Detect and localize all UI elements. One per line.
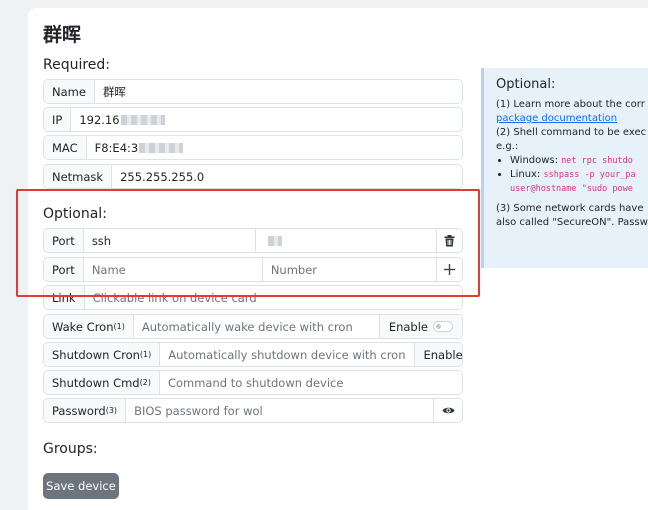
shutdown-cron-toggle[interactable]: Enable [413, 343, 463, 366]
name-field-group: Name 群晖 [43, 79, 463, 104]
password-label-text: Password [52, 403, 106, 418]
help-panel: Optional: (1) Learn more about the corr … [481, 68, 648, 268]
shutdown-cron-group: Shutdown Cron (1) Automatically shutdown … [43, 342, 463, 367]
netmask-input[interactable]: 255.255.255.0 [112, 165, 462, 188]
toggle-label: Enable [423, 347, 463, 362]
redacted-blur [139, 142, 184, 153]
required-heading: Required: [43, 57, 111, 73]
ip-field-group: IP 192.16 [43, 107, 463, 132]
ip-value: 192.16 [79, 112, 120, 127]
wake-cron-toggle[interactable]: Enable [378, 315, 462, 338]
help-eg: e.g.: [496, 141, 519, 152]
help-line-2: (2) Shell command to be exec [496, 127, 647, 138]
mac-label: MAC [44, 136, 87, 159]
shutdown-cron-label-text: Shutdown Cron [52, 347, 140, 362]
linux-code: sshpass -p your_pa [543, 170, 636, 180]
shutdown-cmd-input[interactable]: Command to shutdown device [160, 371, 462, 394]
groups-heading: Groups: [43, 441, 98, 457]
help-heading: Optional: [496, 77, 556, 92]
show-password-button[interactable] [433, 399, 462, 422]
footnote-marker: (1) [113, 322, 125, 331]
package-docs-link[interactable]: package documentation [496, 113, 617, 124]
highlight-box [16, 189, 480, 297]
page-title: 群晖 [43, 24, 82, 46]
help-line-3: (3) Some network cards have [496, 203, 644, 214]
linux-example: Linux: sshpass -p your_pa user@hostname "… [510, 168, 648, 196]
save-device-button[interactable]: Save device [43, 473, 119, 499]
eye-icon [442, 407, 454, 414]
footnote-marker: (2) [139, 378, 151, 387]
linux-code-continued: user@hostname "sudo powe [510, 184, 633, 194]
shutdown-cmd-label-text: Shutdown Cmd [52, 375, 140, 390]
footnote-marker: (1) [139, 350, 152, 359]
name-label: Name [44, 80, 95, 103]
shutdown-cron-label: Shutdown Cron (1) [44, 343, 161, 366]
redacted-blur [120, 114, 165, 125]
shutdown-cron-input[interactable]: Automatically shutdown device with cron [160, 343, 413, 366]
help-line-4: also called "SecureON". Passw [496, 217, 648, 228]
wake-cron-input[interactable]: Automatically wake device with cron [134, 315, 379, 338]
wake-cron-group: Wake Cron (1) Automatically wake device w… [43, 314, 463, 339]
mac-value: F8:E4:3 [94, 140, 139, 155]
windows-code: net rpc shutdo [561, 156, 633, 166]
password-input[interactable]: BIOS password for wol [126, 399, 433, 422]
windows-label: Windows: [510, 155, 562, 166]
name-input[interactable]: 群晖 [95, 80, 462, 103]
switch-icon[interactable] [433, 321, 453, 332]
shutdown-cmd-label: Shutdown Cmd (2) [44, 371, 160, 394]
password-label: Password (3) [44, 399, 127, 422]
ip-input[interactable]: 192.16 [71, 108, 462, 131]
windows-example: Windows: net rpc shutdo [510, 154, 648, 168]
toggle-label: Enable [388, 319, 428, 334]
ip-label: IP [44, 108, 72, 131]
mac-input[interactable]: F8:E4:3 [87, 136, 462, 159]
linux-label: Linux: [510, 169, 544, 180]
netmask-field-group: Netmask 255.255.255.0 [43, 164, 463, 189]
wake-cron-label-text: Wake Cron [52, 319, 114, 334]
help-line-1: (1) Learn more about the corr [496, 99, 645, 110]
shutdown-cmd-group: Shutdown Cmd (2) Command to shutdown devi… [43, 370, 463, 395]
footnote-marker: (3) [105, 406, 118, 415]
password-group: Password (3) BIOS password for wol [43, 398, 463, 423]
wake-cron-label: Wake Cron (1) [44, 315, 134, 338]
netmask-label: Netmask [44, 165, 113, 188]
mac-field-group: MAC F8:E4:3 [43, 135, 463, 160]
